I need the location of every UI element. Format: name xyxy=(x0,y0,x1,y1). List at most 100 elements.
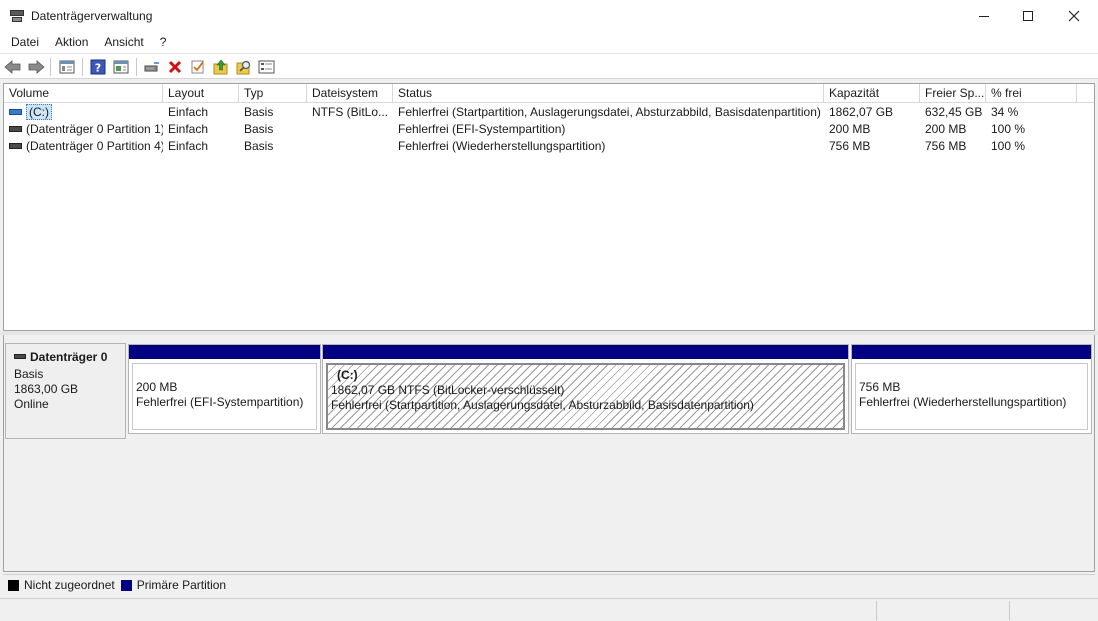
partition-body: 756 MB Fehlerfrei (Wiederherstellungspar… xyxy=(855,363,1088,430)
prozent-frei-cell: 100 % xyxy=(991,122,1026,136)
close-button[interactable] xyxy=(1051,0,1097,32)
column-prozent-frei[interactable]: % frei xyxy=(986,84,1077,103)
menu-bar: Datei Aktion Ansicht ? xyxy=(0,32,1098,53)
column-status[interactable]: Status xyxy=(393,84,824,103)
column-volume[interactable]: Volume xyxy=(4,84,163,103)
volume-cell: (C:) xyxy=(4,104,163,121)
disk-info-panel[interactable]: Datenträger 0 Basis 1863,00 GB Online xyxy=(5,343,126,439)
status-cell: Fehlerfrei (Startpartition, Auslagerungs… xyxy=(398,105,821,119)
layout-cell: Einfach xyxy=(168,105,209,119)
maximize-icon xyxy=(1023,11,1033,21)
legend: Nicht zugeordnet Primäre Partition xyxy=(3,574,1095,595)
check-button[interactable] xyxy=(189,58,207,76)
properties-button[interactable] xyxy=(112,58,130,76)
legend-label-unallocated: Nicht zugeordnet xyxy=(24,578,115,592)
delete-button[interactable] xyxy=(166,58,184,76)
column-freier-speicher[interactable]: Freier Sp... xyxy=(920,84,986,103)
connect-disk-icon xyxy=(144,62,159,72)
volume-cell: (Datenträger 0 Partition 4) xyxy=(4,138,163,155)
legend-swatch-unallocated xyxy=(8,579,19,591)
partition-c[interactable]: (C:) 1862,07 GB NTFS (BitLocker-verschlü… xyxy=(322,344,849,434)
column-dateisystem[interactable]: Dateisystem xyxy=(307,84,393,103)
prozent-frei-cell: 100 % xyxy=(991,139,1026,153)
connect-disk-button[interactable] xyxy=(143,58,161,76)
disk-list-icon xyxy=(258,60,275,74)
toolbar: ? xyxy=(0,53,1098,79)
up-folder-button[interactable] xyxy=(212,58,230,76)
check-icon xyxy=(191,60,204,74)
back-icon xyxy=(4,60,21,74)
maximize-button[interactable] xyxy=(1005,0,1051,32)
status-bar xyxy=(0,598,1098,621)
partition-body: 200 MB Fehlerfrei (EFI-Systempartition) xyxy=(132,363,317,430)
kapazitaet-cell: 200 MB xyxy=(829,122,871,136)
kapazitaet-cell: 756 MB xyxy=(829,139,871,153)
disk-icon xyxy=(14,354,26,359)
column-layout[interactable]: Layout xyxy=(163,84,239,103)
disk-state: Online xyxy=(14,397,49,411)
disk-list-button[interactable] xyxy=(258,58,276,76)
volume-name: (Datenträger 0 Partition 1) xyxy=(26,122,163,136)
console-tree-button[interactable] xyxy=(58,58,76,76)
forward-icon xyxy=(28,60,45,74)
layout-cell: Einfach xyxy=(168,139,209,153)
column-typ[interactable]: Typ xyxy=(239,84,307,103)
properties-icon xyxy=(113,60,129,74)
volume-name: (C:) xyxy=(26,104,52,120)
prozent-frei-cell: 34 % xyxy=(991,105,1019,119)
up-folder-icon xyxy=(213,59,228,75)
partition-status: Fehlerfrei (Startpartition, Auslagerungs… xyxy=(331,398,754,412)
menu-datei[interactable]: Datei xyxy=(0,32,47,53)
partition-status: Fehlerfrei (Wiederherstellungspartition) xyxy=(859,395,1067,409)
status-cell: Fehlerfrei (Wiederherstellungspartition) xyxy=(398,139,606,153)
table-row[interactable]: (C:) Einfach Basis NTFS (BitLo... Fehler… xyxy=(4,104,1094,121)
disk-name-row: Datenträger 0 xyxy=(14,350,125,364)
minimize-icon xyxy=(979,15,989,17)
help-button[interactable]: ? xyxy=(89,58,107,76)
volume-list: Volume Layout Typ Dateisystem Status Kap… xyxy=(3,83,1095,331)
kapazitaet-cell: 1862,07 GB xyxy=(829,105,894,119)
partition-size: 1862,07 GB NTFS (BitLocker-verschlüsselt… xyxy=(331,383,565,397)
dateisystem-cell xyxy=(307,121,393,138)
search-button[interactable] xyxy=(235,58,253,76)
legend-label-primary: Primäre Partition xyxy=(136,578,227,592)
disk-management-app-icon xyxy=(10,10,24,22)
dateisystem-cell: NTFS (BitLo... xyxy=(312,105,389,119)
menu-ansicht[interactable]: Ansicht xyxy=(96,32,151,53)
column-kapazitaet[interactable]: Kapazität xyxy=(824,84,920,103)
freier-speicher-cell: 200 MB xyxy=(925,122,967,136)
volume-icon xyxy=(9,109,22,115)
partition-label: (C:) xyxy=(337,368,358,382)
status-bar-divider xyxy=(876,601,877,620)
status-cell: Fehlerfrei (EFI-Systempartition) xyxy=(398,122,566,136)
table-row[interactable]: (Datenträger 0 Partition 4) Einfach Basi… xyxy=(4,138,1094,155)
legend-swatch-primary xyxy=(120,579,132,591)
table-row[interactable]: (Datenträger 0 Partition 1) Einfach Basi… xyxy=(4,121,1094,138)
back-button[interactable] xyxy=(4,58,22,76)
partition-status: Fehlerfrei (EFI-Systempartition) xyxy=(136,395,304,409)
disk-size: 1863,00 GB xyxy=(14,382,79,396)
primary-partition-bar xyxy=(323,345,848,359)
typ-cell: Basis xyxy=(244,105,274,119)
disk-name: Datenträger 0 xyxy=(30,350,108,364)
partition-recovery[interactable]: 756 MB Fehlerfrei (Wiederherstellungspar… xyxy=(851,344,1092,434)
forward-button[interactable] xyxy=(27,58,45,76)
show-hide-console-tree-icon xyxy=(59,60,75,74)
partition-efi[interactable]: 200 MB Fehlerfrei (EFI-Systempartition) xyxy=(128,344,321,434)
volume-icon xyxy=(9,143,22,149)
typ-cell: Basis xyxy=(244,139,274,153)
menu-aktion[interactable]: Aktion xyxy=(47,32,96,53)
dateisystem-cell xyxy=(307,138,393,155)
status-bar-divider xyxy=(1009,601,1010,620)
menu-help[interactable]: ? xyxy=(152,32,175,53)
volume-name: (Datenträger 0 Partition 4) xyxy=(26,139,163,153)
svg-text:?: ? xyxy=(95,62,101,75)
partition-size: 756 MB xyxy=(859,380,901,394)
disk-graphical-view: Datenträger 0 Basis 1863,00 GB Online 20… xyxy=(3,335,1095,572)
title-bar: Datenträgerverwaltung xyxy=(0,0,1098,32)
volume-cell: (Datenträger 0 Partition 1) xyxy=(4,121,163,138)
freier-speicher-cell: 632,45 GB xyxy=(925,105,983,119)
minimize-button[interactable] xyxy=(961,0,1007,32)
freier-speicher-cell: 756 MB xyxy=(925,139,967,153)
partition-size: 200 MB xyxy=(136,380,178,394)
